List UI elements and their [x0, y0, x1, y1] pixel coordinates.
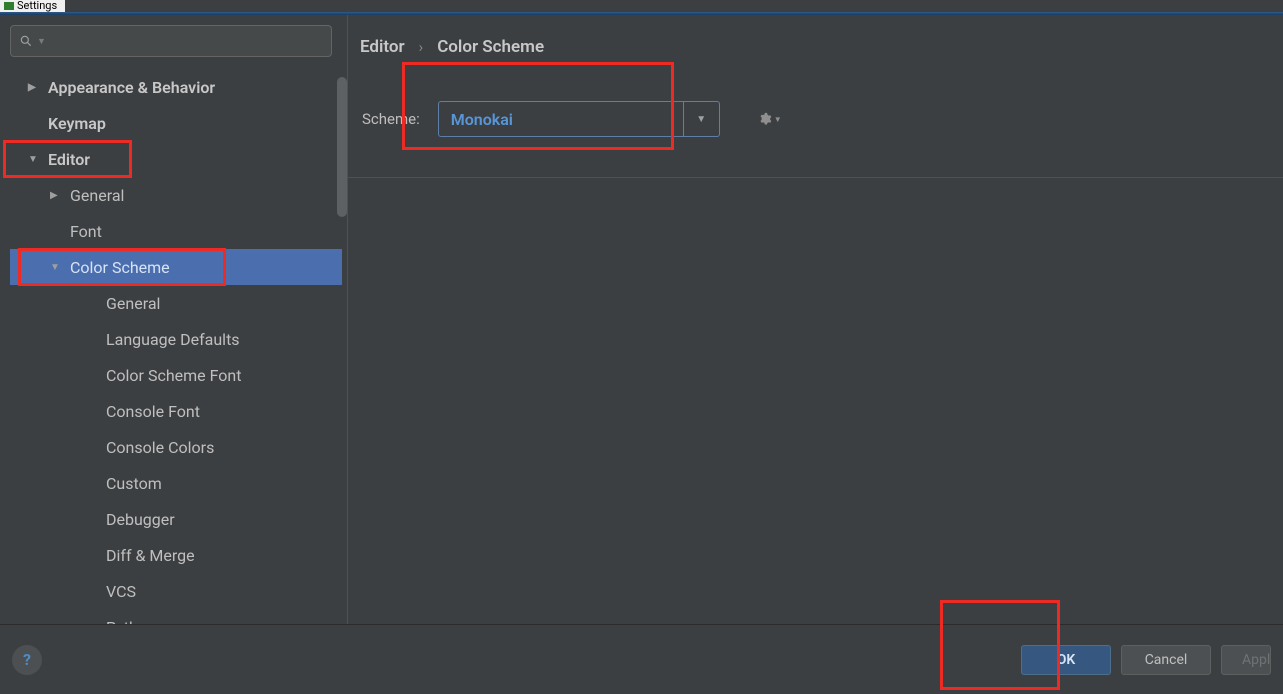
tree-item-editor[interactable]: ▼ Editor — [10, 141, 342, 177]
chevron-down-icon: ▼ — [28, 154, 40, 165]
tree-item-language-defaults[interactable]: Language Defaults — [10, 321, 342, 357]
settings-sidebar: ▼ ▶ Appearance & Behavior Keymap ▼ Editor ▶ Ge… — [0, 15, 348, 624]
tree-item-console-font[interactable]: Console Font — [10, 393, 342, 429]
tree-item-vcs[interactable]: VCS — [10, 573, 342, 609]
tree-item-label: Keymap — [48, 114, 106, 133]
app-icon — [4, 2, 14, 10]
tree-item-keymap[interactable]: Keymap — [10, 105, 342, 141]
tree-item-console-colors[interactable]: Console Colors — [10, 429, 342, 465]
settings-tree[interactable]: ▶ Appearance & Behavior Keymap ▼ Editor ▶ Gene… — [10, 69, 342, 624]
breadcrumb-part-0[interactable]: Editor — [360, 37, 405, 57]
tree-item-debugger[interactable]: Debugger — [10, 501, 342, 537]
tree-item-general[interactable]: ▶ General — [10, 177, 342, 213]
tree-item-diff-merge[interactable]: Diff & Merge — [10, 537, 342, 573]
tree-item-label: Language Defaults — [106, 330, 240, 349]
scheme-dropdown[interactable]: Monokai ▼ — [438, 101, 720, 137]
tree-item-general[interactable]: General — [10, 285, 342, 321]
tree-item-python[interactable]: Python — [10, 609, 342, 624]
settings-content: Editor › Color Scheme Scheme: Monokai ▼ … — [348, 15, 1283, 624]
tree-item-label: Color Scheme Font — [106, 366, 241, 385]
help-icon: ? — [23, 650, 31, 669]
chevron-down-icon: ▼ — [37, 36, 46, 47]
ok-button[interactable]: OK — [1021, 645, 1111, 675]
chevron-down-icon: ▼ — [774, 115, 782, 124]
tree-item-appearance-behavior[interactable]: ▶ Appearance & Behavior — [10, 69, 342, 105]
tree-item-label: Appearance & Behavior — [48, 78, 215, 97]
tree-item-label: Color Scheme — [70, 258, 170, 277]
search-box[interactable]: ▼ — [10, 25, 332, 57]
tree-item-label: Console Font — [106, 402, 200, 421]
tree-item-color-scheme[interactable]: ▼ Color Scheme — [10, 249, 342, 285]
breadcrumb: Editor › Color Scheme — [348, 37, 1283, 57]
dropdown-arrow-icon[interactable]: ▼ — [683, 102, 719, 136]
dialog-footer: ? OK Cancel Apply — [0, 624, 1283, 694]
tree-item-label: Custom — [106, 474, 162, 493]
tree-item-font[interactable]: Font — [10, 213, 342, 249]
scheme-dropdown-value: Monokai — [439, 102, 683, 136]
help-button[interactable]: ? — [12, 645, 42, 675]
window-title: Settings — [17, 0, 57, 12]
chevron-right-icon: ▶ — [28, 82, 40, 93]
breadcrumb-part-1: Color Scheme — [437, 37, 544, 57]
tree-item-label: VCS — [106, 582, 136, 601]
gear-icon — [758, 112, 772, 126]
scheme-label: Scheme: — [362, 110, 420, 128]
content-divider — [348, 177, 1283, 178]
tree-item-label: Debugger — [106, 510, 175, 529]
tree-item-label: General — [106, 294, 160, 313]
scheme-actions-button[interactable]: ▼ — [758, 112, 782, 126]
tree-item-color-scheme-font[interactable]: Color Scheme Font — [10, 357, 342, 393]
tree-item-label: General — [70, 186, 124, 205]
search-icon — [19, 34, 33, 48]
tree-item-label: Editor — [48, 150, 90, 169]
chevron-right-icon: ▶ — [50, 190, 62, 201]
chevron-down-icon: ▼ — [50, 262, 62, 273]
cancel-button[interactable]: Cancel — [1121, 645, 1211, 675]
tree-item-custom[interactable]: Custom — [10, 465, 342, 501]
breadcrumb-separator-icon: › — [419, 38, 424, 56]
tree-item-label: Diff & Merge — [106, 546, 195, 565]
tree-item-label: Console Colors — [106, 438, 214, 457]
apply-button[interactable]: Apply — [1221, 645, 1271, 675]
tree-item-label: Python — [106, 618, 156, 625]
sidebar-scrollbar[interactable] — [337, 77, 347, 217]
tree-item-label: Font — [70, 222, 102, 241]
search-input[interactable] — [50, 33, 323, 50]
